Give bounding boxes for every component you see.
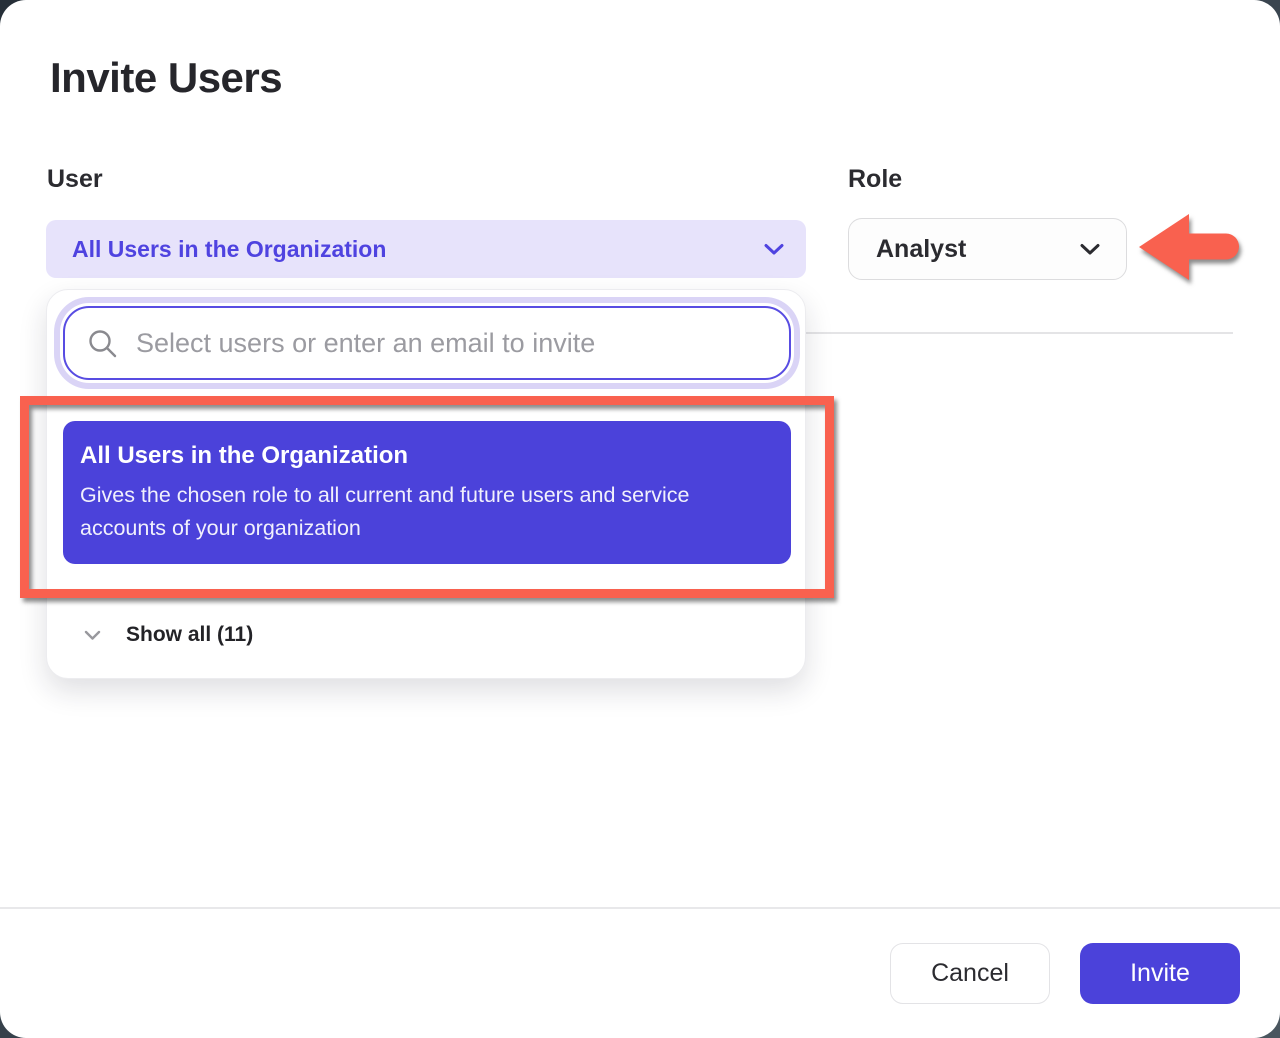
user-search-box (63, 306, 791, 380)
dropdown-option-title: All Users in the Organization (80, 442, 773, 470)
dropdown-option-all-users[interactable]: All Users in the Organization Gives the … (63, 421, 791, 564)
user-label: User (47, 165, 103, 194)
role-label: Role (848, 165, 902, 194)
show-all-toggle[interactable]: Show all (11) (84, 620, 253, 650)
user-dropdown-panel: All Users in the Organization Gives the … (46, 289, 806, 679)
user-search-input[interactable] (134, 327, 769, 360)
page-backdrop: Invite Users User Role All Users in the … (0, 0, 1280, 1038)
user-select[interactable]: All Users in the Organization (46, 220, 806, 278)
show-all-label: Show all (11) (126, 623, 253, 647)
invite-button[interactable]: Invite (1080, 943, 1240, 1004)
footer-divider (0, 907, 1280, 909)
modal-title: Invite Users (50, 54, 282, 102)
red-arrow-annotation (1136, 208, 1254, 286)
chevron-down-icon (1080, 243, 1100, 256)
dropdown-option-description: Gives the chosen role to all current and… (80, 479, 773, 545)
search-icon (87, 328, 118, 359)
role-select-value: Analyst (876, 235, 1080, 264)
role-select[interactable]: Analyst (848, 218, 1127, 280)
user-select-value: All Users in the Organization (72, 236, 764, 263)
invite-users-modal: Invite Users User Role All Users in the … (0, 0, 1280, 1038)
chevron-down-icon (84, 630, 101, 641)
divider (806, 332, 1233, 334)
cancel-button[interactable]: Cancel (890, 943, 1050, 1004)
chevron-down-icon (764, 243, 784, 256)
